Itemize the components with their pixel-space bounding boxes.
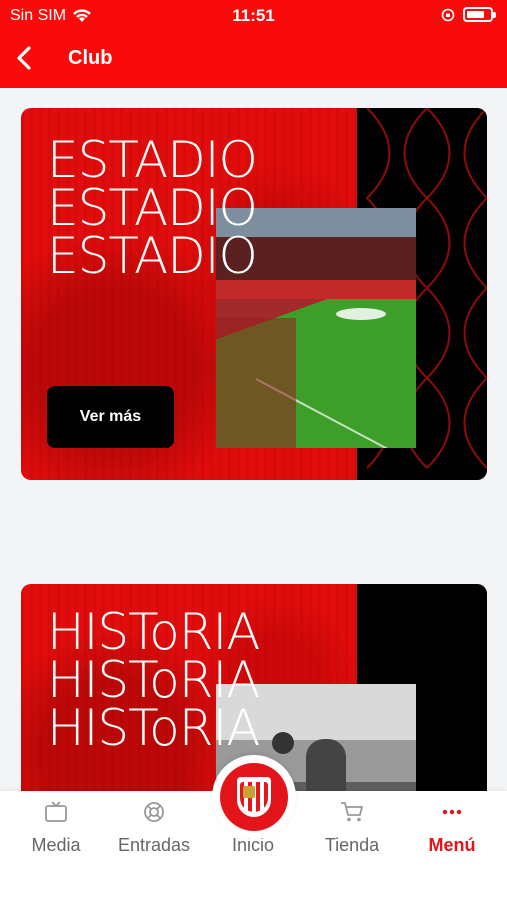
status-bar: Sin SIM 11:51 (0, 0, 507, 34)
cart-icon (341, 802, 363, 822)
header: Club (0, 34, 507, 88)
nav-media[interactable]: Media (6, 791, 106, 871)
title-line: HISToRIA (47, 651, 260, 709)
home-button[interactable] (212, 755, 296, 839)
home-button-inner (220, 763, 288, 831)
battery-icon (463, 7, 496, 22)
stadium-title: ESTADIO ESTADIO ESTADIO (47, 131, 258, 285)
title-line: ESTADIO (47, 227, 258, 285)
nav-tienda[interactable]: Tienda (302, 791, 402, 871)
page-title: Club (68, 47, 113, 69)
more-dots-icon (442, 809, 462, 815)
see-more-button[interactable]: Ver más (47, 386, 174, 448)
tv-icon (45, 801, 67, 822)
title-line: HISToRIA (47, 699, 260, 757)
nav-label: Media (31, 835, 81, 855)
club-crest-icon (237, 777, 271, 817)
title-line: ESTADIO (47, 179, 258, 237)
nav-label: Tienda (324, 835, 380, 855)
lifebuoy-icon (144, 802, 164, 822)
nav-menu[interactable]: Menú (402, 791, 502, 871)
clock: 11:51 (232, 6, 275, 25)
title-line: HISToRIA (47, 603, 260, 661)
orientation-lock-icon (441, 8, 455, 21)
back-arrow-icon[interactable] (10, 42, 42, 74)
nav-label: Menú (428, 835, 476, 855)
stadium-card[interactable]: ESTADIO ESTADIO ESTADIO Ver más (21, 108, 487, 480)
status-right (441, 7, 496, 22)
nav-entradas[interactable]: Entradas (104, 791, 204, 871)
title-line: ESTADIO (47, 131, 258, 189)
top-bar: Sin SIM 11:51 Club (0, 0, 507, 88)
history-title: HISToRIA HISToRIA HISToRIA (47, 603, 260, 757)
app-root: Sin SIM 11:51 Club ESTADIO ESTADIO ESTAD… (0, 0, 507, 900)
nav-label: Entradas (117, 835, 191, 855)
